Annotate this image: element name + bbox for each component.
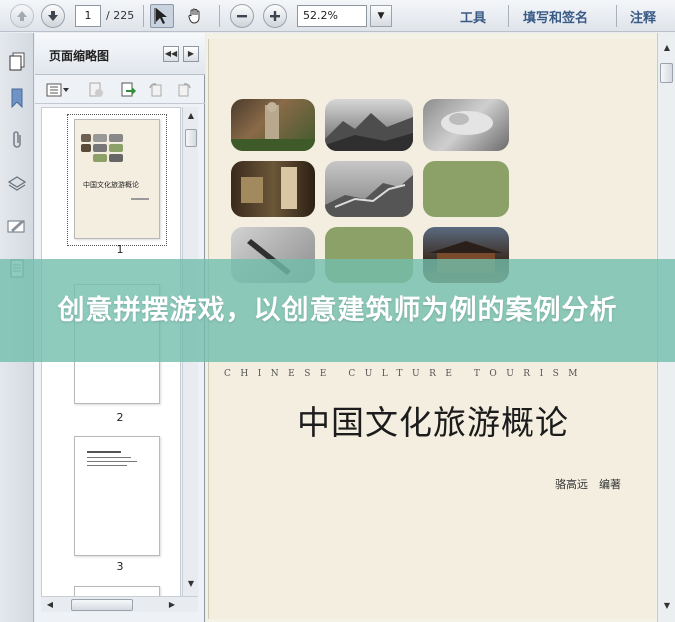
toolbar-divider [508, 5, 509, 27]
photo-garden-tile [231, 99, 315, 151]
thumbnail-page-number: 1 [116, 243, 124, 256]
page-thumbnails-button[interactable] [6, 51, 28, 73]
select-tool-button[interactable] [150, 4, 174, 28]
scroll-up-arrow-icon[interactable]: ▲ [184, 109, 198, 123]
comment-button[interactable]: 注释 [630, 7, 656, 26]
hand-tool-button[interactable] [183, 4, 207, 28]
english-subtitle: CHINESE CULTURE TOURISM [224, 369, 588, 379]
scroll-down-arrow-icon[interactable]: ▼ [184, 577, 198, 591]
insert-page-icon [121, 82, 136, 97]
plus-icon [270, 11, 280, 21]
thumbnail-page-number: 3 [116, 560, 124, 573]
thumb-green-tile [93, 154, 107, 162]
expand-panel-button[interactable]: ▶ [183, 46, 199, 62]
main-toolbar: 1 / 225 52.2% ▼ 工具 填写和签名 注释 [0, 0, 675, 32]
signature-pen-icon [7, 220, 25, 233]
rotate-cw-icon [178, 83, 191, 97]
next-page-button[interactable] [41, 4, 65, 28]
scroll-painting-graphic [241, 167, 297, 209]
photo-sculpture-tile [423, 99, 509, 151]
chevron-right-icon: ▶ [187, 49, 195, 58]
minus-icon [237, 15, 247, 18]
paperclip-icon [13, 131, 21, 148]
thumb-author-line [131, 198, 149, 200]
thumb-photo [93, 134, 107, 142]
thumb-text-line [87, 465, 127, 466]
zoom-dropdown-button[interactable]: ▼ [370, 5, 392, 27]
thumb-title: 中国文化旅游概论 [83, 181, 139, 189]
insert-pages-button[interactable] [118, 81, 138, 99]
cursor-icon [154, 8, 167, 24]
thumbnail-horizontal-scrollbar[interactable]: ◀ ▶ [41, 596, 198, 612]
panel-title: 页面缩略图 [49, 49, 110, 63]
page-total-label: / 225 [106, 9, 135, 22]
zoom-out-button[interactable] [230, 4, 254, 28]
thumb-photo [81, 134, 91, 142]
thumb-photo [109, 154, 123, 162]
fill-sign-button[interactable]: 填写和签名 [523, 7, 588, 26]
layers-icon [7, 176, 27, 191]
headline-text: 创意拼摆游戏，以创意建筑师为例的案例分析 [57, 294, 618, 326]
thumb-text-line [87, 451, 121, 453]
double-chevron-left-icon: ◀◀ [164, 49, 178, 58]
options-menu-icon [46, 83, 69, 97]
scroll-down-arrow-icon[interactable]: ▼ [660, 599, 674, 613]
photo-great-wall-tile [325, 161, 413, 217]
scroll-thumb[interactable] [185, 129, 197, 147]
signatures-button[interactable] [6, 216, 28, 238]
thumbnail-options-button[interactable] [45, 81, 71, 99]
zoom-in-button[interactable] [263, 4, 287, 28]
photo-mountain-tile [325, 99, 413, 151]
page-thumbnail-1[interactable]: 中国文化旅游概论 [74, 119, 160, 239]
scroll-right-arrow-icon[interactable]: ▶ [165, 598, 179, 612]
delete-pages-button[interactable] [86, 81, 106, 99]
mountain-graphic [325, 113, 413, 151]
pages-icon [9, 52, 25, 71]
thumbnail-page-number: 2 [116, 411, 124, 424]
thumb-photo [109, 134, 123, 142]
rotate-ccw-icon [149, 83, 162, 97]
panel-toolbar [35, 76, 205, 104]
green-block-tile [423, 161, 509, 217]
toolbar-divider [219, 5, 220, 27]
delete-page-icon [89, 82, 103, 97]
scroll-up-arrow-icon[interactable]: ▲ [660, 41, 674, 55]
toolbar-divider [616, 5, 617, 27]
bookmark-icon [11, 88, 23, 108]
tools-button[interactable]: 工具 [460, 7, 486, 26]
page-thumbnail-3[interactable] [74, 436, 160, 556]
scroll-thumb[interactable] [71, 599, 133, 611]
attachments-button[interactable] [6, 129, 28, 151]
panel-header: 页面缩略图 ◀◀ ▶ [35, 33, 205, 75]
thumb-green-tile [109, 144, 123, 152]
thumb-text-line [87, 461, 137, 462]
scroll-left-arrow-icon[interactable]: ◀ [43, 598, 57, 612]
collapse-panel-button[interactable]: ◀◀ [163, 46, 179, 62]
thumb-photo [93, 144, 107, 152]
zoom-level-input[interactable]: 52.2% [297, 5, 367, 27]
rotate-left-button[interactable] [146, 81, 166, 99]
thumb-photo [81, 144, 91, 152]
arrow-up-icon [17, 11, 27, 21]
statue-graphic [231, 102, 315, 151]
book-title: 中国文化旅游概论 [297, 403, 569, 442]
previous-page-button[interactable] [10, 4, 34, 28]
hand-icon [188, 8, 200, 24]
sculpture-graphic [441, 111, 493, 135]
thumb-text-line [87, 457, 131, 458]
arrow-down-icon [48, 11, 58, 21]
toolbar-divider [143, 5, 144, 27]
bookmarks-button[interactable] [6, 87, 28, 109]
headline-banner: 创意拼摆游戏，以创意建筑师为例的案例分析 [0, 259, 675, 362]
book-author: 骆高远 编著 [555, 478, 621, 491]
layers-button[interactable] [6, 173, 28, 195]
page-number-input[interactable]: 1 [75, 5, 101, 27]
chevron-down-icon: ▼ [377, 11, 385, 21]
scroll-thumb[interactable] [660, 63, 673, 83]
great-wall-graphic [325, 175, 413, 217]
rotate-right-button[interactable] [174, 81, 194, 99]
photo-interior-tile [231, 161, 315, 217]
